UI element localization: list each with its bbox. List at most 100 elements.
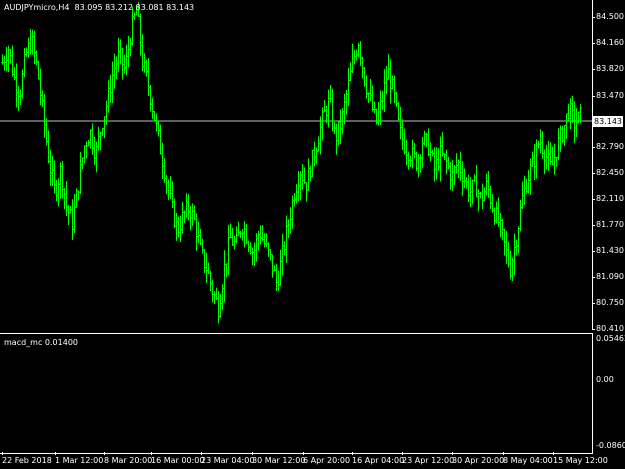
price-bar	[229, 223, 232, 239]
price-bar	[517, 226, 520, 254]
price-bar	[555, 156, 558, 167]
price-axis-tick	[592, 199, 595, 201]
price-bar	[543, 149, 546, 175]
price-bar	[71, 199, 74, 241]
price-bar	[85, 141, 88, 159]
price-bar	[55, 179, 58, 202]
time-axis-label: 30 Mar 12:00	[252, 456, 306, 465]
price-bar	[15, 63, 18, 108]
price-bar	[329, 84, 332, 103]
price-bar	[195, 213, 198, 251]
price-bar	[397, 101, 400, 121]
time-axis-label: 6 Apr 20:00	[303, 456, 351, 465]
price-bar	[437, 148, 440, 172]
price-bar	[289, 207, 292, 234]
price-bar	[513, 233, 516, 276]
macd-header: macd_mc 0.01400	[4, 338, 78, 348]
price-bar	[239, 230, 242, 239]
price-bar	[571, 95, 574, 124]
price-axis-tick	[592, 17, 595, 18]
time-axis-tick	[252, 452, 253, 455]
price-bar	[103, 116, 106, 138]
price-bar	[237, 221, 240, 236]
price-bar	[423, 130, 426, 146]
price-bar	[433, 147, 436, 182]
price-bar	[151, 98, 154, 120]
price-bar	[59, 162, 62, 199]
price-bar	[569, 98, 572, 130]
price-bar	[125, 44, 128, 76]
price-bar	[343, 93, 346, 125]
price-bar	[373, 101, 376, 114]
price-bar	[421, 137, 424, 168]
price-bar	[235, 226, 238, 244]
price-bar	[259, 225, 262, 245]
price-bar	[483, 187, 486, 202]
price-axis-label: 82.450	[596, 168, 624, 178]
time-axis-tick	[402, 452, 403, 455]
price-bar	[177, 216, 180, 238]
price-bar	[203, 249, 206, 273]
price-axis-tick	[592, 42, 595, 44]
price-bar	[407, 152, 410, 170]
price-bar	[353, 49, 356, 65]
price-bar	[193, 205, 196, 221]
price-bar	[141, 34, 144, 72]
price-axis-tick	[592, 277, 595, 279]
price-bar	[449, 162, 452, 190]
price-bar	[197, 221, 200, 244]
price-axis-tick	[592, 251, 595, 253]
price-bar	[405, 139, 408, 166]
price-bar	[265, 233, 268, 248]
price-bar	[57, 178, 60, 207]
time-axis-label: 22 Feb 2018	[2, 456, 52, 465]
price-bar	[227, 224, 230, 276]
price-bar	[73, 193, 76, 233]
price-bar	[565, 113, 568, 139]
time-axis-tick	[104, 452, 105, 455]
price-bar	[83, 145, 86, 164]
price-bar	[81, 157, 84, 170]
price-axis-tick	[592, 95, 595, 97]
price-bar	[417, 153, 420, 178]
price-bar	[13, 66, 16, 81]
price-bar	[563, 124, 566, 147]
price-bar	[121, 47, 124, 80]
price-bar	[199, 228, 202, 246]
price-bar	[133, 12, 136, 20]
price-bar	[379, 90, 382, 126]
time-axis-tick	[151, 452, 152, 455]
price-bar	[327, 89, 330, 128]
price-bar	[113, 53, 116, 89]
price-bar	[339, 109, 342, 144]
price-bar	[241, 229, 244, 241]
price-bar	[385, 65, 388, 95]
price-bar	[67, 205, 70, 226]
price-bar	[491, 193, 494, 213]
price-bar	[139, 13, 142, 56]
price-bar	[171, 181, 174, 209]
price-bar	[439, 136, 442, 182]
price-axis-label: 83.470	[596, 90, 624, 100]
price-bar	[313, 141, 316, 167]
price-bar	[527, 169, 530, 194]
macd-y-label: -0.08608	[596, 441, 625, 450]
price-bar	[39, 68, 42, 106]
chart-header: AUDJPYmicro,H4 83.095 83.212 83.081 83.1…	[4, 3, 194, 13]
price-bar	[461, 160, 464, 196]
price-bar	[305, 182, 308, 202]
price-bar	[167, 179, 170, 201]
price-axis-tick	[592, 173, 595, 175]
price-bar	[277, 270, 280, 292]
price-bar	[245, 223, 248, 245]
price-bar	[79, 151, 82, 195]
price-bar	[65, 181, 68, 217]
price-bar	[275, 263, 278, 291]
price-bar	[223, 250, 226, 303]
price-axis-label: 81.430	[596, 246, 624, 256]
price-bar	[547, 140, 550, 171]
price-bar	[515, 239, 518, 256]
price-bar	[191, 203, 194, 226]
price-axis-label: 80.750	[596, 298, 624, 308]
price-bar	[303, 167, 306, 185]
